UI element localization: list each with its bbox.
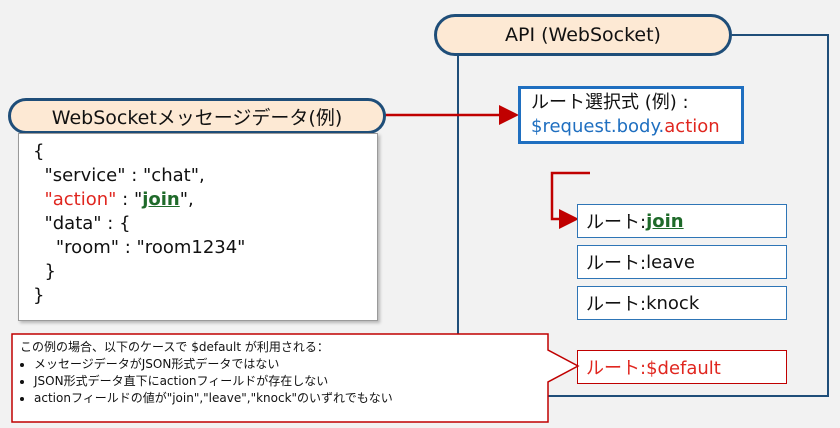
note-item: actionフィールドの値が"join","leave","knock"のいずれ… (34, 390, 544, 407)
note-item: JSON形式データ直下にactionフィールドが存在しない (34, 373, 544, 390)
note-item: メッセージデータがJSON形式データではない (34, 356, 544, 373)
note-title: この例の場合、以下のケースで $default が利用される： (20, 340, 329, 354)
default-note: この例の場合、以下のケースで $default が利用される： メッセージデータ… (20, 339, 544, 419)
note-list: メッセージデータがJSON形式データではない JSON形式データ直下にactio… (20, 356, 544, 407)
